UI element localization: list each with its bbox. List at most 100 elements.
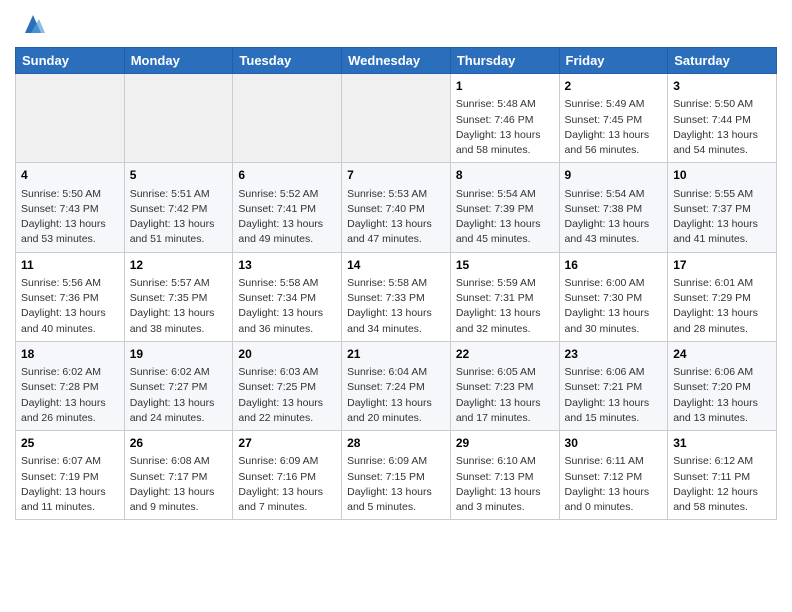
- day-info: Sunrise: 6:06 AMSunset: 7:20 PMDaylight:…: [673, 365, 771, 426]
- weekday-header-sunday: Sunday: [16, 48, 125, 74]
- calendar-day-cell: 16 Sunrise: 6:00 AMSunset: 7:30 PMDayligh…: [559, 252, 668, 341]
- calendar-week-row: 25 Sunrise: 6:07 AMSunset: 7:19 PMDayligh…: [16, 431, 777, 520]
- day-number: 13: [238, 257, 336, 274]
- calendar-day-cell: 23Sunrise: 6:06 AMSunset: 7:21 PMDayligh…: [559, 341, 668, 430]
- day-info: Sunrise: 5:54 AMSunset: 7:39 PMDaylight:…: [456, 187, 554, 248]
- weekday-header-monday: Monday: [124, 48, 233, 74]
- calendar-day-cell: 1 Sunrise: 5:48 AMSunset: 7:46 PMDaylight…: [450, 74, 559, 163]
- day-number: 6: [238, 167, 336, 184]
- calendar-day-cell: 31 Sunrise: 6:12 AMSunset: 7:11 PMDayligh…: [668, 431, 777, 520]
- calendar-week-row: 4 Sunrise: 5:50 AMSunset: 7:43 PMDaylight…: [16, 163, 777, 252]
- day-number: 30: [565, 435, 663, 452]
- calendar-day-cell: 21Sunrise: 6:04 AMSunset: 7:24 PMDayligh…: [342, 341, 451, 430]
- day-number: 29: [456, 435, 554, 452]
- calendar-day-cell: 14Sunrise: 5:58 AMSunset: 7:33 PMDayligh…: [342, 252, 451, 341]
- day-info: Sunrise: 5:49 AMSunset: 7:45 PMDaylight:…: [565, 97, 663, 158]
- day-info: Sunrise: 5:50 AMSunset: 7:44 PMDaylight:…: [673, 97, 771, 158]
- page-header: [15, 10, 777, 39]
- calendar-day-cell: 10 Sunrise: 5:55 AMSunset: 7:37 PMDayligh…: [668, 163, 777, 252]
- calendar-day-cell: 19Sunrise: 6:02 AMSunset: 7:27 PMDayligh…: [124, 341, 233, 430]
- day-info: Sunrise: 6:07 AMSunset: 7:19 PMDaylight:…: [21, 454, 119, 515]
- day-number: 20: [238, 346, 336, 363]
- calendar-day-cell: 15 Sunrise: 5:59 AMSunset: 7:31 PMDayligh…: [450, 252, 559, 341]
- day-number: 25: [21, 435, 119, 452]
- day-number: 8: [456, 167, 554, 184]
- calendar-header-row: SundayMondayTuesdayWednesdayThursdayFrid…: [16, 48, 777, 74]
- day-info: Sunrise: 5:57 AMSunset: 7:35 PMDaylight:…: [130, 276, 228, 337]
- day-number: 4: [21, 167, 119, 184]
- calendar-day-cell: 25 Sunrise: 6:07 AMSunset: 7:19 PMDayligh…: [16, 431, 125, 520]
- day-number: 9: [565, 167, 663, 184]
- day-number: 19: [130, 346, 228, 363]
- logo: [15, 15, 47, 39]
- day-info: Sunrise: 5:54 AMSunset: 7:38 PMDaylight:…: [565, 187, 663, 248]
- day-number: 10: [673, 167, 771, 184]
- day-info: Sunrise: 6:12 AMSunset: 7:11 PMDaylight:…: [673, 454, 771, 515]
- day-info: Sunrise: 5:52 AMSunset: 7:41 PMDaylight:…: [238, 187, 336, 248]
- calendar-day-cell: 17 Sunrise: 6:01 AMSunset: 7:29 PMDayligh…: [668, 252, 777, 341]
- calendar-day-cell: 30 Sunrise: 6:11 AMSunset: 7:12 PMDayligh…: [559, 431, 668, 520]
- day-info: Sunrise: 5:58 AMSunset: 7:34 PMDaylight:…: [238, 276, 336, 337]
- day-info: Sunrise: 6:03 AMSunset: 7:25 PMDaylight:…: [238, 365, 336, 426]
- day-number: 1: [456, 78, 554, 95]
- day-info: Sunrise: 5:50 AMSunset: 7:43 PMDaylight:…: [21, 187, 119, 248]
- day-info: Sunrise: 5:56 AMSunset: 7:36 PMDaylight:…: [21, 276, 119, 337]
- day-number: 12: [130, 257, 228, 274]
- day-info: Sunrise: 5:59 AMSunset: 7:31 PMDaylight:…: [456, 276, 554, 337]
- calendar-day-cell: [342, 74, 451, 163]
- day-number: 3: [673, 78, 771, 95]
- day-number: 2: [565, 78, 663, 95]
- day-info: Sunrise: 5:48 AMSunset: 7:46 PMDaylight:…: [456, 97, 554, 158]
- day-number: 16: [565, 257, 663, 274]
- calendar-day-cell: 20 Sunrise: 6:03 AMSunset: 7:25 PMDayligh…: [233, 341, 342, 430]
- day-info: Sunrise: 5:53 AMSunset: 7:40 PMDaylight:…: [347, 187, 445, 248]
- calendar-week-row: 18 Sunrise: 6:02 AMSunset: 7:28 PMDayligh…: [16, 341, 777, 430]
- calendar-day-cell: 22 Sunrise: 6:05 AMSunset: 7:23 PMDayligh…: [450, 341, 559, 430]
- calendar-day-cell: 8 Sunrise: 5:54 AMSunset: 7:39 PMDaylight…: [450, 163, 559, 252]
- day-info: Sunrise: 5:55 AMSunset: 7:37 PMDaylight:…: [673, 187, 771, 248]
- day-info: Sunrise: 6:02 AMSunset: 7:28 PMDaylight:…: [21, 365, 119, 426]
- weekday-header-wednesday: Wednesday: [342, 48, 451, 74]
- calendar-day-cell: 4 Sunrise: 5:50 AMSunset: 7:43 PMDaylight…: [16, 163, 125, 252]
- day-number: 27: [238, 435, 336, 452]
- day-number: 24: [673, 346, 771, 363]
- calendar-day-cell: 29 Sunrise: 6:10 AMSunset: 7:13 PMDayligh…: [450, 431, 559, 520]
- day-info: Sunrise: 6:01 AMSunset: 7:29 PMDaylight:…: [673, 276, 771, 337]
- calendar-day-cell: 27Sunrise: 6:09 AMSunset: 7:16 PMDayligh…: [233, 431, 342, 520]
- calendar-week-row: 1 Sunrise: 5:48 AMSunset: 7:46 PMDaylight…: [16, 74, 777, 163]
- day-number: 15: [456, 257, 554, 274]
- calendar-day-cell: [124, 74, 233, 163]
- calendar-day-cell: 6 Sunrise: 5:52 AMSunset: 7:41 PMDaylight…: [233, 163, 342, 252]
- calendar-day-cell: 26 Sunrise: 6:08 AMSunset: 7:17 PMDayligh…: [124, 431, 233, 520]
- day-info: Sunrise: 6:08 AMSunset: 7:17 PMDaylight:…: [130, 454, 228, 515]
- day-info: Sunrise: 6:11 AMSunset: 7:12 PMDaylight:…: [565, 454, 663, 515]
- calendar-day-cell: 7 Sunrise: 5:53 AMSunset: 7:40 PMDaylight…: [342, 163, 451, 252]
- day-number: 11: [21, 257, 119, 274]
- day-number: 5: [130, 167, 228, 184]
- calendar-day-cell: 5 Sunrise: 5:51 AMSunset: 7:42 PMDaylight…: [124, 163, 233, 252]
- day-info: Sunrise: 6:10 AMSunset: 7:13 PMDaylight:…: [456, 454, 554, 515]
- calendar-day-cell: 18 Sunrise: 6:02 AMSunset: 7:28 PMDayligh…: [16, 341, 125, 430]
- day-number: 7: [347, 167, 445, 184]
- calendar-day-cell: 2 Sunrise: 5:49 AMSunset: 7:45 PMDaylight…: [559, 74, 668, 163]
- calendar-day-cell: 3 Sunrise: 5:50 AMSunset: 7:44 PMDaylight…: [668, 74, 777, 163]
- weekday-header-friday: Friday: [559, 48, 668, 74]
- day-number: 18: [21, 346, 119, 363]
- day-info: Sunrise: 5:51 AMSunset: 7:42 PMDaylight:…: [130, 187, 228, 248]
- calendar-week-row: 11 Sunrise: 5:56 AMSunset: 7:36 PMDayligh…: [16, 252, 777, 341]
- day-number: 31: [673, 435, 771, 452]
- day-number: 22: [456, 346, 554, 363]
- day-info: Sunrise: 6:05 AMSunset: 7:23 PMDaylight:…: [456, 365, 554, 426]
- day-number: 26: [130, 435, 228, 452]
- calendar-day-cell: 24 Sunrise: 6:06 AMSunset: 7:20 PMDayligh…: [668, 341, 777, 430]
- calendar-day-cell: 28Sunrise: 6:09 AMSunset: 7:15 PMDayligh…: [342, 431, 451, 520]
- day-info: Sunrise: 6:00 AMSunset: 7:30 PMDaylight:…: [565, 276, 663, 337]
- calendar-day-cell: 13 Sunrise: 5:58 AMSunset: 7:34 PMDayligh…: [233, 252, 342, 341]
- logo-icon: [19, 11, 47, 39]
- calendar-day-cell: 9 Sunrise: 5:54 AMSunset: 7:38 PMDaylight…: [559, 163, 668, 252]
- day-info: Sunrise: 5:58 AMSunset: 7:33 PMDaylight:…: [347, 276, 445, 337]
- calendar-day-cell: [233, 74, 342, 163]
- day-number: 21: [347, 346, 445, 363]
- day-info: Sunrise: 6:09 AMSunset: 7:15 PMDaylight:…: [347, 454, 445, 515]
- day-number: 17: [673, 257, 771, 274]
